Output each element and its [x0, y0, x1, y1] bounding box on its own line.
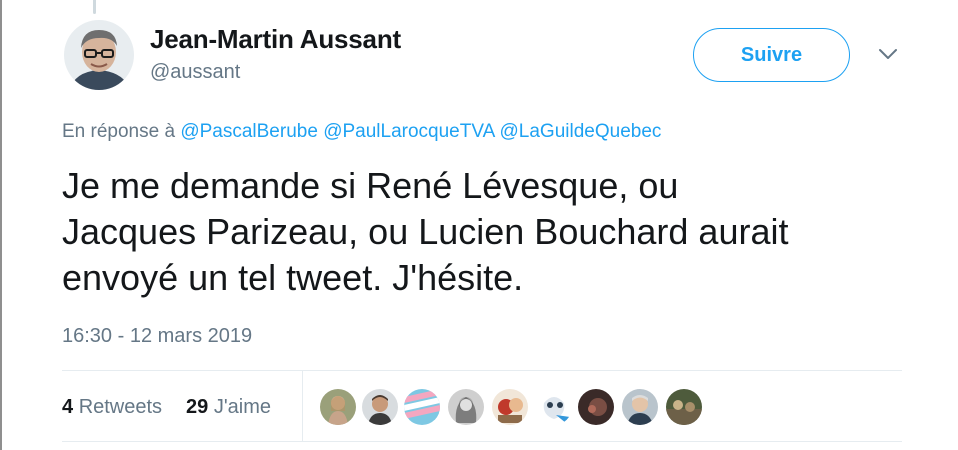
- liker-avatar[interactable]: [536, 389, 572, 425]
- author-handle[interactable]: @aussant: [150, 61, 240, 84]
- likes-stat[interactable]: 29 J'aime: [186, 396, 271, 419]
- author-avatar[interactable]: [64, 20, 134, 90]
- liker-avatar[interactable]: [578, 389, 614, 425]
- liker-avatar[interactable]: [362, 389, 398, 425]
- liker-avatar[interactable]: [320, 389, 356, 425]
- liker-avatar[interactable]: [492, 389, 528, 425]
- liker-avatar[interactable]: [666, 389, 702, 425]
- retweets-stat[interactable]: 4 Retweets: [62, 396, 162, 419]
- reply-context: En réponse à @PascalBerube @PaulLarocque…: [62, 121, 661, 143]
- thread-connector-line: [93, 0, 96, 14]
- follow-button[interactable]: Suivre: [693, 28, 850, 82]
- retweets-count: 4: [62, 396, 74, 418]
- window-left-edge: [0, 0, 2, 450]
- mention-link-laguildequebec[interactable]: @LaGuildeQuebec: [500, 121, 662, 142]
- tweet-text: Je me demande si René Lévesque, ou Jacqu…: [62, 163, 922, 301]
- liker-avatar[interactable]: [448, 389, 484, 425]
- likes-label: J'aime: [213, 396, 271, 418]
- author-name[interactable]: Jean-Martin Aussant: [150, 24, 401, 55]
- stats-separator: [302, 371, 303, 441]
- tweet-text-line: envoyé un tel tweet. J'hésite.: [62, 257, 524, 298]
- liker-avatar[interactable]: [622, 389, 658, 425]
- tweet-text-line: Jacques Parizeau, ou Lucien Bouchard aur…: [62, 211, 789, 252]
- divider: [62, 441, 902, 442]
- liker-avatar[interactable]: [404, 389, 440, 425]
- tweet-timestamp[interactable]: 16:30 - 12 mars 2019: [62, 325, 252, 348]
- mention-link-paullarocquetva[interactable]: @PaulLarocqueTVA: [323, 121, 494, 142]
- tweet-text-line: Je me demande si René Lévesque, ou: [62, 165, 679, 206]
- reply-prefix: En réponse à: [62, 121, 176, 142]
- retweets-label: Retweets: [78, 396, 163, 418]
- chevron-down-icon[interactable]: [874, 44, 902, 64]
- likes-count: 29: [186, 396, 209, 418]
- divider: [62, 370, 902, 371]
- mention-link-pascalberube[interactable]: @PascalBerube: [180, 121, 318, 142]
